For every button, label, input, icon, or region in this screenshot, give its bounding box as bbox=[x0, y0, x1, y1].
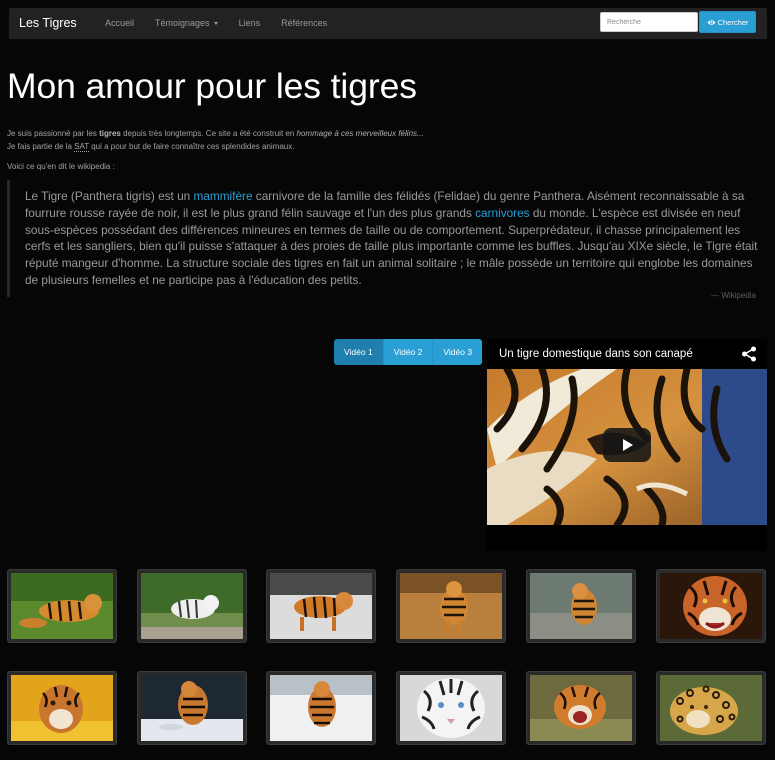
tiger-photo-snow bbox=[270, 573, 372, 639]
quote-source: — Wikipedia bbox=[711, 291, 756, 300]
tiger-face-photo bbox=[660, 573, 762, 639]
white-tiger-photo bbox=[141, 573, 243, 639]
search-button-label: Chercher bbox=[717, 17, 749, 27]
intro-line-1: Je suis passionné par les tigres depuis … bbox=[7, 128, 424, 141]
video-tabs: Vidéo 1 Vidéo 2 Vidéo 3 bbox=[334, 339, 483, 365]
tiger-photo-grass bbox=[11, 573, 113, 639]
play-icon bbox=[623, 439, 633, 451]
tiger-photo-snow-walk bbox=[270, 675, 372, 741]
nav-item-liens[interactable]: Liens bbox=[231, 8, 269, 39]
tiger-photo-dry-grass bbox=[400, 573, 502, 639]
gallery-thumb-4[interactable] bbox=[396, 569, 506, 643]
gallery-thumb-12[interactable] bbox=[656, 671, 766, 745]
gallery-thumb-5[interactable] bbox=[526, 569, 636, 643]
brand-link[interactable]: Les Tigres bbox=[19, 16, 77, 30]
gallery-thumb-7[interactable] bbox=[7, 671, 117, 745]
gallery-thumb-3[interactable] bbox=[266, 569, 376, 643]
intro-text-part: depuis très longtemps. Ce site a été con… bbox=[120, 129, 297, 138]
search-input[interactable] bbox=[600, 12, 698, 32]
page-title: Mon amour pour les tigres bbox=[7, 66, 417, 106]
intro-bold-tigres: tigres bbox=[99, 129, 121, 138]
gallery-thumb-6[interactable] bbox=[656, 569, 766, 643]
nav-item-temoignages-label: Témoignages bbox=[155, 18, 210, 28]
gallery-thumb-11[interactable] bbox=[526, 671, 636, 745]
intro-italic-hommage: hommage à ces merveilleux félins... bbox=[296, 129, 424, 138]
white-tiger-face-photo bbox=[400, 675, 502, 741]
tiger-photo-snow-leap bbox=[141, 675, 243, 741]
intro-text-part: qui a pour but de faire connaître ces sp… bbox=[88, 141, 295, 151]
jaguar-photo bbox=[660, 675, 762, 741]
video-title[interactable]: Un tigre domestique dans son canapé bbox=[499, 348, 693, 360]
tiger-photo-rocks bbox=[530, 573, 632, 639]
nav-item-references[interactable]: Références bbox=[273, 8, 335, 39]
wikipedia-quote: Le Tigre (Panthera tigris) est un mammif… bbox=[7, 180, 759, 300]
tab-video-2[interactable]: Vidéo 2 bbox=[383, 339, 434, 365]
gallery-thumb-9[interactable] bbox=[266, 671, 376, 745]
tiger-cub-photo bbox=[11, 675, 113, 741]
quote-text: Le Tigre (Panthera tigris) est un mammif… bbox=[25, 188, 759, 289]
tab-video-3[interactable]: Vidéo 3 bbox=[433, 339, 483, 365]
intro-line-2: Je fais partie de la SAT qui a pour but … bbox=[7, 141, 424, 154]
intro-text-part: Je fais partie de la bbox=[7, 141, 75, 151]
gallery-thumb-1[interactable] bbox=[7, 569, 117, 643]
video-player[interactable]: Un tigre domestique dans son canapé bbox=[487, 339, 767, 551]
sat-abbreviation[interactable]: SAT bbox=[74, 141, 89, 152]
intro-text: Je suis passionné par les tigres depuis … bbox=[7, 128, 424, 153]
nav-item-accueil[interactable]: Accueil bbox=[97, 8, 142, 39]
nav-menu: Accueil Témoignages Liens Références bbox=[97, 8, 340, 39]
dropdown-caret-icon bbox=[213, 22, 218, 26]
gallery-thumb-2[interactable] bbox=[137, 569, 247, 643]
link-mammifere[interactable]: mammifère bbox=[194, 189, 253, 203]
navbar: Les Tigres Accueil Témoignages Liens Réf… bbox=[8, 7, 768, 40]
quote-text-part: Le Tigre (Panthera tigris) est un bbox=[25, 189, 194, 203]
gallery-thumb-8[interactable] bbox=[137, 671, 247, 745]
link-carnivores[interactable]: carnivores bbox=[475, 206, 529, 220]
eye-icon bbox=[707, 19, 716, 25]
nav-item-temoignages[interactable]: Témoignages bbox=[147, 8, 226, 39]
play-button[interactable] bbox=[603, 428, 651, 462]
intro-text-part: Je suis passionné par les bbox=[7, 129, 100, 138]
tiger-roaring-photo bbox=[530, 675, 632, 741]
search-button[interactable]: Chercher bbox=[699, 11, 756, 33]
tab-video-1[interactable]: Vidéo 1 bbox=[334, 339, 384, 365]
gallery-thumb-10[interactable] bbox=[396, 671, 506, 745]
wiki-intro: Voici ce qu'en dit le wikipedia : bbox=[7, 162, 115, 171]
share-icon[interactable] bbox=[740, 345, 758, 363]
